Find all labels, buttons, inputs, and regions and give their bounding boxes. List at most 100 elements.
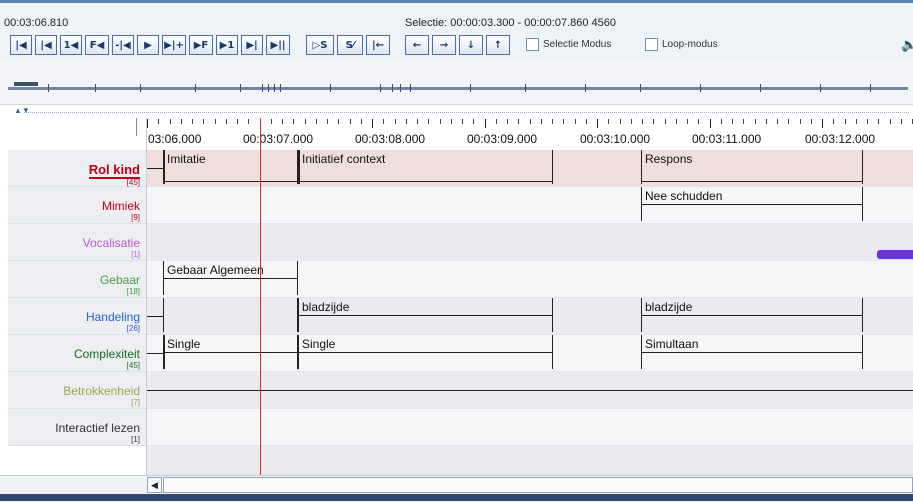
- annotation-complexiteit-simultaan[interactable]: Simultaan: [641, 335, 863, 370]
- previous-second-button[interactable]: 1◀: [60, 35, 82, 55]
- annotation-text: Simultaan: [645, 337, 699, 351]
- tier-row-vocalisatie[interactable]: [147, 224, 913, 261]
- ruler-tick: [462, 119, 463, 124]
- go-to-begin-button[interactable]: |◀: [10, 35, 32, 55]
- overview-tick: [140, 84, 141, 92]
- loop-mode-label: Loop-modus: [662, 39, 718, 50]
- annotation-rol-kind-initiatief-context[interactable]: Initiatief context: [298, 150, 553, 185]
- tier-name-interactief-lezen[interactable]: Interactief lezen [1]: [8, 409, 146, 446]
- ruler-tick: [586, 119, 587, 124]
- previous-scrollview-button[interactable]: |◀: [35, 35, 57, 55]
- divider: [24, 112, 909, 113]
- annotation-bar: [641, 181, 863, 182]
- ruler-tick: [350, 119, 351, 124]
- playhead-crosshair[interactable]: [260, 118, 261, 475]
- play-button[interactable]: ▶: [137, 35, 159, 55]
- tier-count: [45]: [126, 361, 140, 370]
- play-selection-button[interactable]: ▷S: [306, 35, 334, 55]
- tier-name-complexiteit[interactable]: Complexiteit [45]: [8, 335, 146, 372]
- annotation-bar: [641, 352, 863, 353]
- annotation-up-button[interactable]: ↑: [486, 35, 510, 55]
- selection-mode-checkbox[interactable]: [526, 38, 539, 51]
- ruler-tick: [721, 119, 722, 124]
- loop-mode-checkbox[interactable]: [645, 38, 658, 51]
- tier-name-handeling[interactable]: Handeling [26]: [8, 298, 146, 335]
- next-scrollview-button[interactable]: ▶|: [241, 35, 263, 55]
- time-tick-label: 00:03:12.000: [805, 132, 876, 146]
- volume-icon[interactable]: 🔈: [901, 37, 913, 53]
- previous-pixel-button[interactable]: -|◀: [112, 35, 134, 55]
- ruler-tick: [305, 119, 306, 124]
- tier-label: Rol kind: [88, 162, 140, 179]
- overview-tick: [240, 84, 241, 92]
- tier-name-betrokkenheid[interactable]: Betrokkenheid [7]: [8, 372, 146, 409]
- ruler-tick: [845, 119, 846, 124]
- tier-count: [7]: [131, 398, 140, 407]
- annotation-handeling-bladzijde[interactable]: bladzijde: [298, 298, 553, 333]
- annotation-down-button[interactable]: ↓: [459, 35, 483, 55]
- ruler-tick: [732, 119, 733, 124]
- overview-ruler[interactable]: [0, 62, 913, 105]
- tier-count: [18]: [126, 287, 140, 296]
- ruler-tick: [215, 119, 216, 124]
- ruler-tick: [710, 119, 711, 128]
- tier-connector-line: [147, 316, 163, 317]
- tier-count: [26]: [126, 324, 140, 333]
- overview-tick: [525, 84, 526, 92]
- annotation-rol-kind-respons[interactable]: Respons: [641, 150, 863, 185]
- overview-tick: [95, 84, 96, 92]
- scroll-left-button[interactable]: ◀: [147, 477, 162, 493]
- tier-connector-line: [147, 168, 163, 169]
- annotation-complexiteit-single[interactable]: Single: [163, 335, 298, 370]
- annotation-complexiteit-single-2[interactable]: Single: [298, 335, 553, 370]
- annotation-bar: [641, 204, 863, 205]
- ruler-tick: [496, 119, 497, 124]
- previous-frame-button[interactable]: F◀: [85, 35, 109, 55]
- tier-name-rol-kind[interactable]: Rol kind [45]: [8, 150, 146, 187]
- tier-name-gebaar[interactable]: Gebaar [18]: [8, 261, 146, 298]
- time-tick-label: 00:03:07.000: [243, 132, 314, 146]
- next-second-button[interactable]: ▶1: [216, 35, 238, 55]
- tier-count: [9]: [131, 213, 140, 222]
- previous-annotation-button[interactable]: ←: [405, 35, 429, 55]
- annotation-text: bladzijde: [645, 300, 693, 314]
- tier-count: [1]: [131, 250, 140, 259]
- annotation-handeling-bladzijde-2[interactable]: bladzijde: [641, 298, 863, 333]
- clear-selection-button[interactable]: S⁄: [337, 35, 363, 55]
- annotation-rol-kind-imitatie[interactable]: Imitatie: [163, 150, 298, 185]
- ruler-tick: [507, 119, 508, 124]
- tier-row-interactief-lezen[interactable]: [147, 409, 913, 446]
- go-to-end-button[interactable]: ▶||: [266, 35, 290, 55]
- selection-boundary-button[interactable]: |←: [366, 35, 390, 55]
- ruler-tick: [226, 119, 227, 124]
- next-pixel-button[interactable]: ▶|+: [162, 35, 186, 55]
- ruler-tick: [147, 119, 148, 128]
- ruler-tick: [372, 119, 373, 128]
- selection-readout: Selectie: 00:00:03.300 - 00:00:07.860 45…: [405, 17, 617, 29]
- next-frame-button[interactable]: ▶F: [189, 35, 213, 55]
- tier-name-mimiek[interactable]: Mimiek [9]: [8, 187, 146, 224]
- overview-viewport-handle[interactable]: [14, 82, 38, 86]
- overview-tick: [410, 84, 411, 92]
- annotation-text: Single: [167, 337, 201, 351]
- horizontal-scrollbar[interactable]: [163, 477, 913, 493]
- tier-label: Vocalisatie: [82, 236, 140, 250]
- ruler-tick: [822, 119, 823, 128]
- ruler-tick: [451, 119, 452, 124]
- window-bottom-edge: [0, 494, 913, 501]
- collapse-arrows-icon[interactable]: ▲▼: [14, 106, 30, 115]
- annotation-bar: [163, 181, 298, 182]
- tier-row-empty: [147, 446, 913, 475]
- vocalisatie-annotation-marker[interactable]: [877, 250, 913, 259]
- betrokkenheid-annotation-line[interactable]: [147, 390, 913, 391]
- annotation-bar: [641, 315, 863, 316]
- panel-splitter[interactable]: [136, 118, 137, 136]
- annotation-handeling-empty[interactable]: [163, 298, 298, 333]
- annotation-gebaar-algemeen[interactable]: Gebaar Algemeen: [163, 261, 298, 296]
- annotation-mimiek-nee-schudden[interactable]: Nee schudden: [641, 187, 863, 222]
- ruler-tick: [687, 119, 688, 124]
- annotation-timeline[interactable]: 03:06.000 00:03:07.000 00:03:08.000 00:0…: [147, 118, 913, 475]
- next-annotation-button[interactable]: →: [432, 35, 456, 55]
- tier-name-vocalisatie[interactable]: Vocalisatie [1]: [8, 224, 146, 261]
- time-tick-label: 00:03:08.000: [355, 132, 426, 146]
